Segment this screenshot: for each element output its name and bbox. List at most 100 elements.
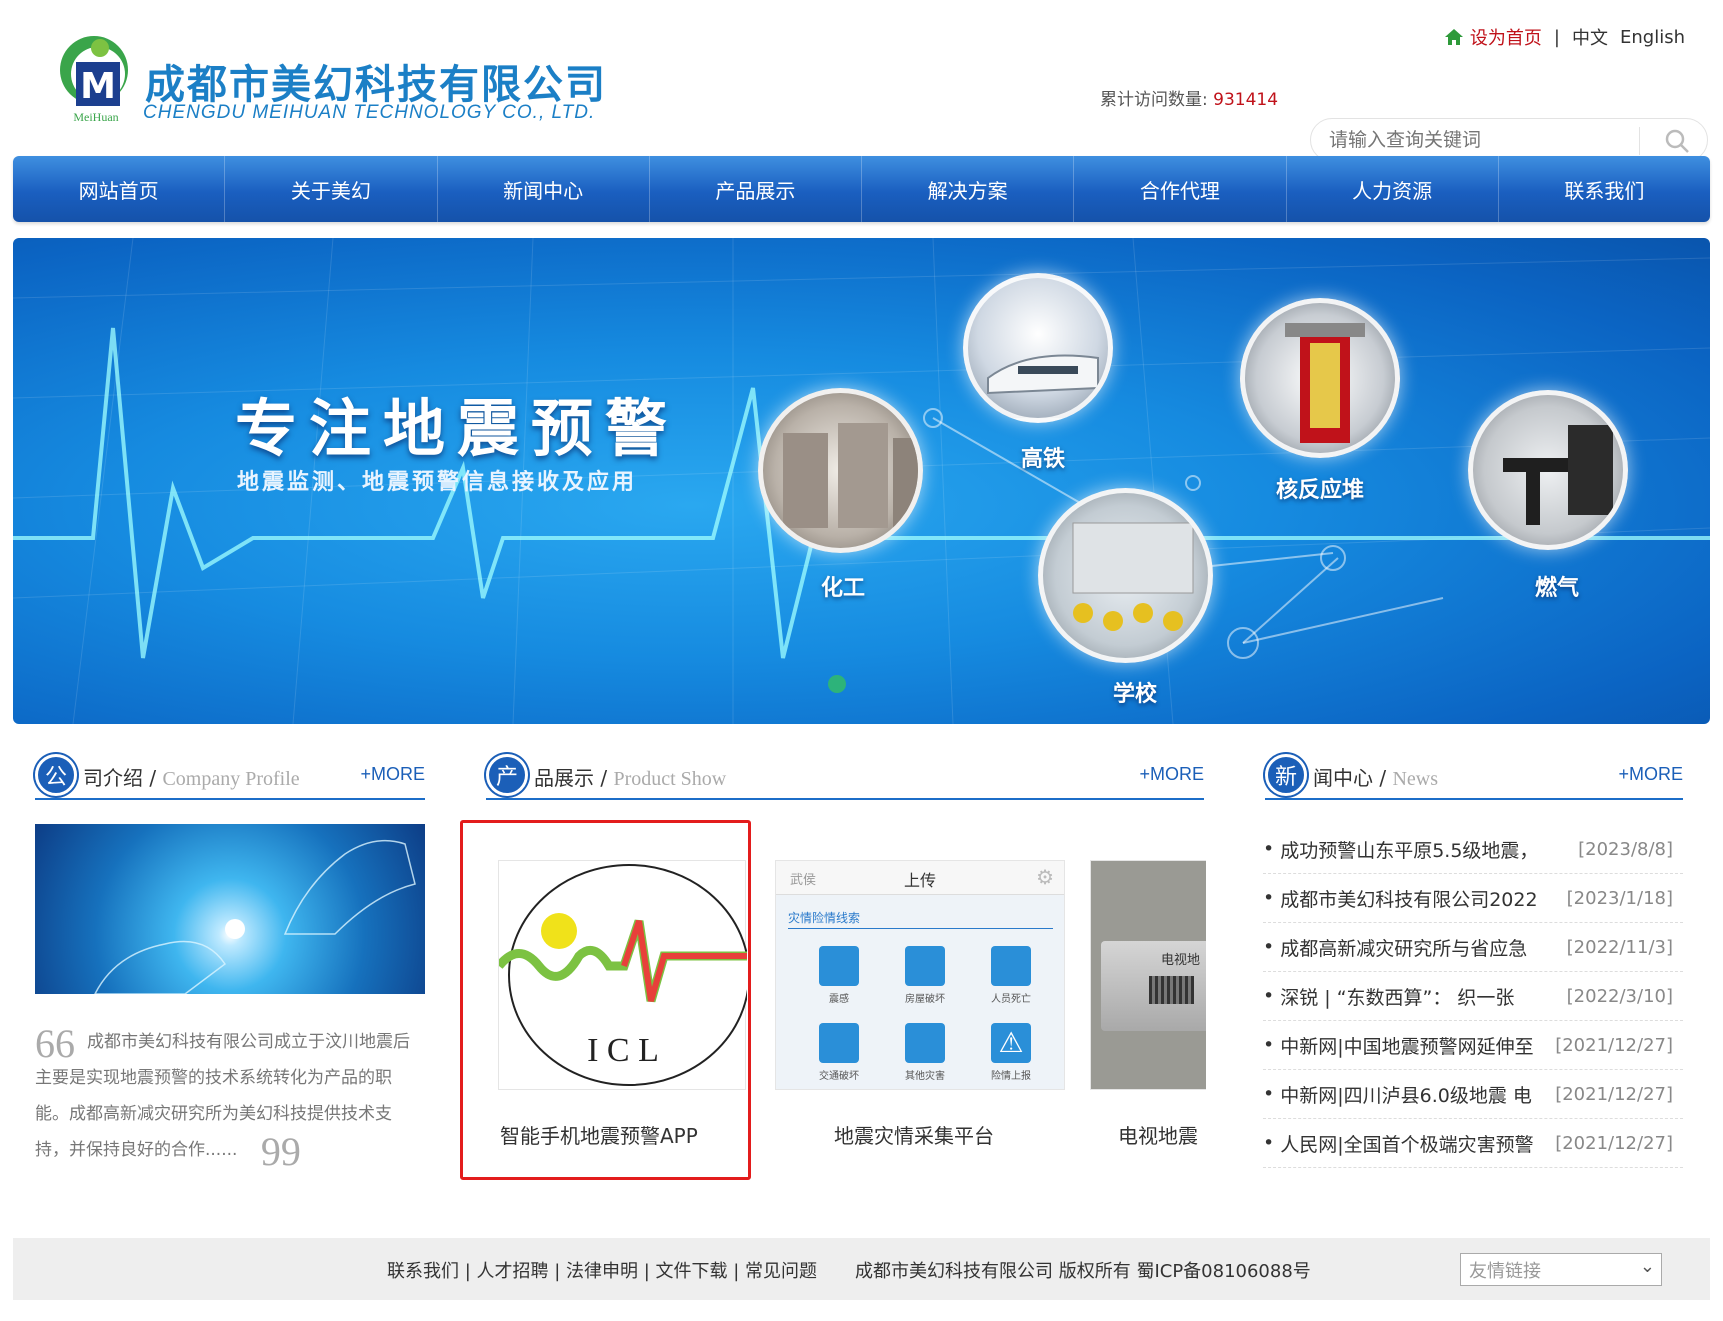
nav-item-products[interactable]: 产品展示 — [650, 156, 862, 222]
news-item[interactable]: • 人民网|全国首个极端灾害预警 [2021/12/27] — [1263, 1119, 1683, 1168]
bubble-label-school: 学校 — [1113, 682, 1158, 707]
company-section-title: 司介绍 / Company Profile — [83, 762, 300, 791]
news-title[interactable]: 人民网|全国首个极端灾害预警 — [1280, 1130, 1578, 1157]
tile-label: 震感 — [829, 994, 849, 1005]
nav-item-home[interactable]: 网站首页 — [13, 156, 226, 222]
tv-device-graphic: 电视地 — [1101, 941, 1206, 1031]
news-section-title: 闻中心 / News — [1313, 762, 1438, 791]
quote-open-icon: 66 — [35, 1021, 75, 1066]
news-title[interactable]: 成都高新减灾研究所与省应急 — [1280, 934, 1578, 961]
news-item[interactable]: • 成都高新减灾研究所与省应急 [2022/11/3] — [1263, 923, 1683, 972]
tile-label: 其他灾害 — [905, 1071, 945, 1082]
bubble-chemical — [758, 388, 923, 553]
search-icon[interactable] — [1663, 127, 1691, 155]
tile-other: 其他灾害 — [882, 1023, 968, 1082]
svg-text:MeiHuan: MeiHuan — [73, 110, 118, 124]
company-image[interactable] — [35, 824, 425, 994]
product-card-platform[interactable]: 武侯 上传 ⚙ 灾情险情线索 震感 房屋破坏 人员死亡 交通破坏 其他灾害 ⚠ 险… — [775, 860, 1065, 1090]
set-homepage-label: 设为首页 — [1469, 28, 1542, 49]
news-title-en: News — [1392, 768, 1438, 790]
bubble-label-gas: 燃气 — [1535, 576, 1580, 601]
product-card-tv[interactable]: 电视地 — [1090, 860, 1206, 1090]
banner-title: 专注地震预警 — [235, 392, 680, 465]
products-title-en: Product Show — [613, 768, 727, 790]
bubble-label-rail: 高铁 — [1021, 447, 1066, 472]
news-date: [2021/12/27] — [1555, 1083, 1673, 1105]
nav-item-about[interactable]: 关于美幻 — [225, 156, 438, 222]
footer-links[interactable]: 联系我们 | 人才招聘 | 法律申明 | 文件下载 | 常见问题 — [387, 1257, 817, 1283]
bubble-label-reactor: 核反应堆 — [1276, 478, 1365, 503]
news-section-icon: 新 — [1265, 754, 1307, 796]
bullet: • — [1263, 1132, 1275, 1154]
company-intro-text: 66 成都市美幻科技有限公司成立于汶川地震后主要是实现地震预警的技术系统转化为产品… — [35, 1021, 425, 1172]
carousel-indicator[interactable] — [828, 675, 846, 693]
hands-graphic — [94, 839, 416, 994]
home-icon — [1444, 29, 1463, 45]
company-more-link[interactable]: +MORE — [360, 764, 425, 785]
site-footer: 联系我们 | 人才招聘 | 法律申明 | 文件下载 | 常见问题 成都市美幻科技… — [13, 1238, 1710, 1300]
tile-label: 交通破坏 — [819, 1071, 859, 1082]
bullet: • — [1263, 936, 1275, 958]
tile-report: ⚠ 险情上报 — [968, 1023, 1054, 1082]
products-section-icon: 产 — [486, 754, 528, 796]
bubble-gas — [1468, 390, 1628, 550]
company-logo[interactable]: M MeiHuan — [56, 28, 136, 126]
tile-feel: 震感 — [796, 946, 882, 1005]
title-slash: / — [143, 766, 163, 790]
chevron-down-icon: ⌄ — [1639, 1256, 1655, 1277]
screen-title: 上传 — [904, 871, 937, 890]
news-title[interactable]: 成功预警山东平原5.5级地震， — [1280, 836, 1578, 863]
product-label-tv[interactable]: 电视地震 — [1118, 1120, 1198, 1149]
products-section-header: 产 品展示 / Product Show +MORE — [486, 754, 1204, 800]
bullet: • — [1263, 985, 1275, 1007]
svg-text:M: M — [80, 66, 116, 107]
tv-device-text: 电视地 — [1161, 953, 1201, 968]
friend-links-select[interactable]: 友情链接 ⌄ — [1460, 1253, 1662, 1286]
news-title[interactable]: 中新网|中国地震预警网延伸至 — [1280, 1032, 1578, 1059]
lang-en-link[interactable]: English — [1620, 27, 1685, 48]
bullet: • — [1263, 838, 1275, 860]
news-title-cn: 闻中心 — [1313, 766, 1373, 790]
nav-item-news[interactable]: 新闻中心 — [438, 156, 650, 222]
news-item[interactable]: • 中新网|中国地震预警网延伸至 [2021/12/27] — [1263, 1021, 1683, 1070]
bubble-high-speed-rail — [963, 273, 1113, 423]
settings-icon: ⚙ — [1036, 865, 1054, 889]
hero-banner[interactable]: 专注地震预警 地震监测、地震预警信息接收及应用 高铁 核反应堆 化工 学校 燃气 — [13, 238, 1710, 724]
news-title[interactable]: 成都市美幻科技有限公司2022 — [1280, 885, 1578, 912]
bubble-nuclear-reactor — [1240, 298, 1400, 458]
news-title[interactable]: 深锐 | “东数西算”： 织一张 — [1280, 983, 1578, 1010]
news-more-link[interactable]: +MORE — [1618, 764, 1683, 785]
bullet: • — [1263, 1083, 1275, 1105]
news-date: [2021/12/27] — [1555, 1034, 1673, 1056]
main-nav: 网站首页 关于美幻 新闻中心 产品展示 解决方案 合作代理 人力资源 联系我们 — [13, 156, 1710, 222]
banner-subtitle: 地震监测、地震预警信息接收及应用 — [237, 470, 638, 495]
nav-item-hr[interactable]: 人力资源 — [1287, 156, 1499, 222]
divider: | — [1553, 26, 1560, 48]
visit-counter: 累计访问数量: 931414 — [1100, 85, 1278, 110]
product-label-platform[interactable]: 地震灾情采集平台 — [834, 1120, 994, 1149]
nav-item-partners[interactable]: 合作代理 — [1074, 156, 1287, 222]
footer-copyright: 成都市美幻科技有限公司 版权所有 蜀ICP备08106088号 — [855, 1261, 1311, 1282]
company-intro-body: 成都市美幻科技有限公司成立于汶川地震后主要是实现地震预警的技术系统转化为产品的职… — [35, 1032, 410, 1160]
bubble-school — [1038, 488, 1213, 663]
news-date: [2021/12/27] — [1555, 1132, 1673, 1154]
news-title[interactable]: 中新网|四川泸县6.0级地震 电 — [1280, 1081, 1578, 1108]
bullet: • — [1263, 1034, 1275, 1056]
nav-item-solutions[interactable]: 解决方案 — [862, 156, 1075, 222]
products-more-link[interactable]: +MORE — [1139, 764, 1204, 785]
tile-house: 房屋破坏 — [882, 946, 968, 1005]
screen-section-title: 灾情险情线索 — [788, 909, 1053, 929]
nav-item-contact[interactable]: 联系我们 — [1499, 156, 1710, 222]
screen-left-label: 武侯 — [790, 873, 817, 888]
news-item[interactable]: • 成都市美幻科技有限公司2022 [2023/1/18] — [1263, 874, 1683, 923]
news-date: [2022/3/10] — [1566, 985, 1673, 1007]
search-input[interactable] — [1329, 125, 1649, 155]
lang-cn-link[interactable]: 中文 — [1572, 24, 1608, 50]
company-section-header: 公 司介绍 / Company Profile +MORE — [35, 754, 425, 800]
news-item[interactable]: • 中新网|四川泸县6.0级地震 电 [2021/12/27] — [1263, 1070, 1683, 1119]
company-name-en: CHENGDU MEIHUAN TECHNOLOGY CO., LTD. — [143, 102, 596, 123]
title-slash: / — [1373, 766, 1393, 790]
set-homepage-link[interactable]: 设为首页 — [1444, 24, 1542, 50]
news-item[interactable]: • 深锐 | “东数西算”： 织一张 [2022/3/10] — [1263, 972, 1683, 1021]
news-item[interactable]: • 成功预警山东平原5.5级地震， [2023/8/8] — [1263, 825, 1683, 874]
